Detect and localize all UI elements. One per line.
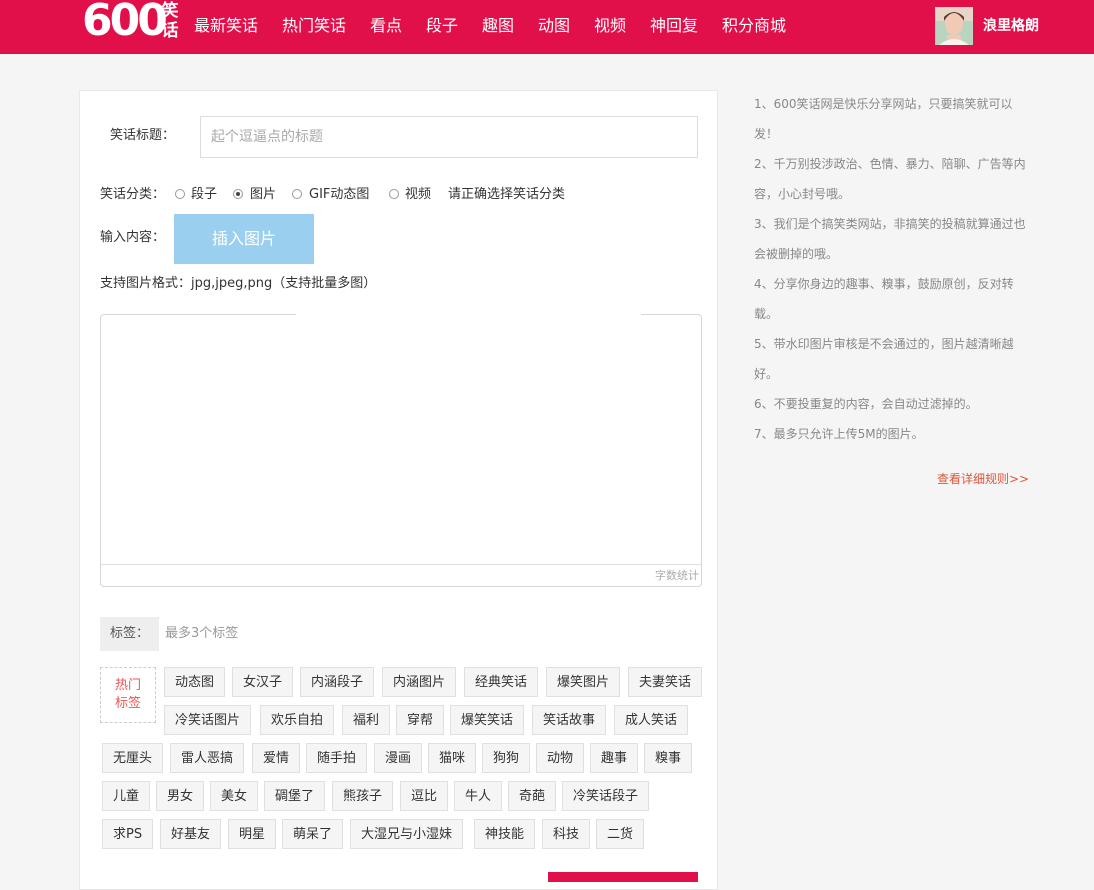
hot-tag[interactable]: 内涵图片 [382,667,457,697]
nav-best-replies[interactable]: 神回复 [650,15,698,37]
username[interactable]: 浪里格朗 [983,16,1039,36]
hot-tag[interactable]: 笑话故事 [532,705,607,735]
rule-item: 6、不要投重复的内容，会自动过滤掉的。 [754,397,978,411]
nav-points-mall[interactable]: 积分商城 [722,15,786,37]
hot-tag[interactable]: 成人笑话 [614,705,689,735]
avatar-image [935,7,973,45]
nav-hot-jokes[interactable]: 热门笑话 [282,15,346,37]
hot-tags-heading-line: 标签 [114,696,141,711]
editor-footer [101,564,701,586]
category-hint: 请正确选择笑话分类 [448,187,566,202]
hot-tag[interactable]: 儿童 [102,781,151,811]
content-editor[interactable]: 字数统计 [100,314,702,587]
hot-tag[interactable]: 福利 [342,705,391,735]
hot-tag[interactable]: 神技能 [474,819,536,849]
logo-text: 笑话 [161,1,179,41]
hot-tag[interactable]: 猫咪 [428,743,477,773]
rule-item: 7、最多只允许上传5M的图片。 [754,427,924,441]
nav-latest-jokes[interactable]: 最新笑话 [194,15,258,37]
hot-tag[interactable]: 奇葩 [508,781,557,811]
hot-tag[interactable]: 动态图 [164,667,226,697]
hot-tag[interactable]: 无厘头 [102,743,164,773]
hot-tag[interactable]: 碉堡了 [264,781,326,811]
hot-tag[interactable]: 爆笑笑话 [450,705,525,735]
category-option-label[interactable]: 视频 [405,186,431,204]
rule-item: 5、带水印图片审核是不会通过的，图片越清晰越好。 [754,337,1014,381]
hot-tag[interactable]: 欢乐自拍 [260,705,335,735]
rule-item: 2、千万别投涉政治、色情、暴力、陪聊、广告等内容，小心封号哦。 [754,157,1026,201]
insert-image-button[interactable]: 插入图片 [174,214,314,264]
hot-tag[interactable]: 逗比 [400,781,449,811]
category-radio-gif[interactable] [292,189,302,199]
submit-button[interactable] [548,872,698,882]
user-avatar[interactable] [935,7,973,45]
hot-tag[interactable]: 熊孩子 [332,781,394,811]
hot-tag[interactable]: 冷笑话段子 [562,781,650,811]
hot-tag[interactable]: 夫妻笑话 [628,667,703,697]
nav-gifs[interactable]: 动图 [538,15,570,37]
tags-label: 标签： [100,617,159,651]
category-label: 笑话分类： [100,187,166,202]
hot-tag[interactable]: 大湿兄与小湿妹 [350,819,464,849]
nav-funny-pics[interactable]: 趣图 [482,15,514,37]
hot-tag[interactable]: 女汉子 [232,667,294,697]
hot-tags-heading-line: 热门 [114,678,141,693]
hot-tag[interactable]: 漫画 [374,743,423,773]
hot-tag[interactable]: 明星 [228,819,277,849]
rule-item: 4、分享你身边的趣事、糗事，鼓励原创，反对转载。 [754,277,1014,321]
hot-tag[interactable]: 冷笑话图片 [164,705,252,735]
hot-tag[interactable]: 好基友 [160,819,222,849]
hot-tag[interactable]: 男女 [156,781,205,811]
category-option-label[interactable]: GIF动态图 [309,186,369,204]
nav-highlights[interactable]: 看点 [370,15,402,37]
hot-tag[interactable]: 萌呆了 [282,819,344,849]
hot-tag[interactable]: 爆笑图片 [546,667,621,697]
hot-tag[interactable]: 经典笑话 [464,667,539,697]
hot-tag[interactable]: 动物 [536,743,585,773]
hot-tag[interactable]: 雷人恶搞 [170,743,245,773]
hot-tag[interactable]: 穿帮 [396,705,445,735]
word-count: 字数统计 [655,569,699,582]
hot-tag[interactable]: 内涵段子 [300,667,375,697]
category-radio-image[interactable] [233,189,243,199]
rule-item: 3、我们是个搞笑类网站，非搞笑的投稿就算通过也会被删掉的哦。 [754,217,1026,261]
title-input[interactable] [200,116,698,158]
rule-item: 1、600笑话网是快乐分享网站，只要搞笑就可以发！ [754,97,1013,141]
hot-tag[interactable]: 糗事 [644,743,693,773]
hot-tag[interactable]: 狗狗 [482,743,531,773]
hot-tag[interactable]: 求PS [102,819,154,849]
hot-tag[interactable]: 美女 [210,781,259,811]
editor-top-highlight [296,311,641,317]
category-option-label[interactable]: 段子 [191,186,217,204]
category-radio-video[interactable] [389,189,399,199]
hot-tag[interactable]: 趣事 [590,743,639,773]
hot-tag[interactable]: 牛人 [454,781,503,811]
content-label: 输入内容： [100,230,166,245]
hot-tag[interactable]: 二货 [596,819,645,849]
category-radio-duanzi[interactable] [175,189,185,199]
hot-tag[interactable]: 随手拍 [306,743,368,773]
title-label: 笑话标题： [110,128,176,143]
hot-tag[interactable]: 爱情 [252,743,301,773]
tags-input[interactable]: 最多3个标签 [165,624,238,644]
logo-number: 600 [82,0,168,46]
image-format-note: 支持图片格式：jpg,jpeg,png（支持批量多图） [100,276,377,291]
nav-duanzi[interactable]: 段子 [426,15,458,37]
top-navigation-bar: 600 笑话 最新笑话 热门笑话 看点 段子 趣图 动图 视频 神回复 积分商城… [0,0,1094,54]
hot-tag[interactable]: 科技 [542,819,591,849]
hot-tags-heading: 热门 标签 [100,667,156,723]
nav-videos[interactable]: 视频 [594,15,626,37]
category-option-label[interactable]: 图片 [250,186,276,204]
detailed-rules-link[interactable]: 查看详细规则>> [937,471,1029,487]
